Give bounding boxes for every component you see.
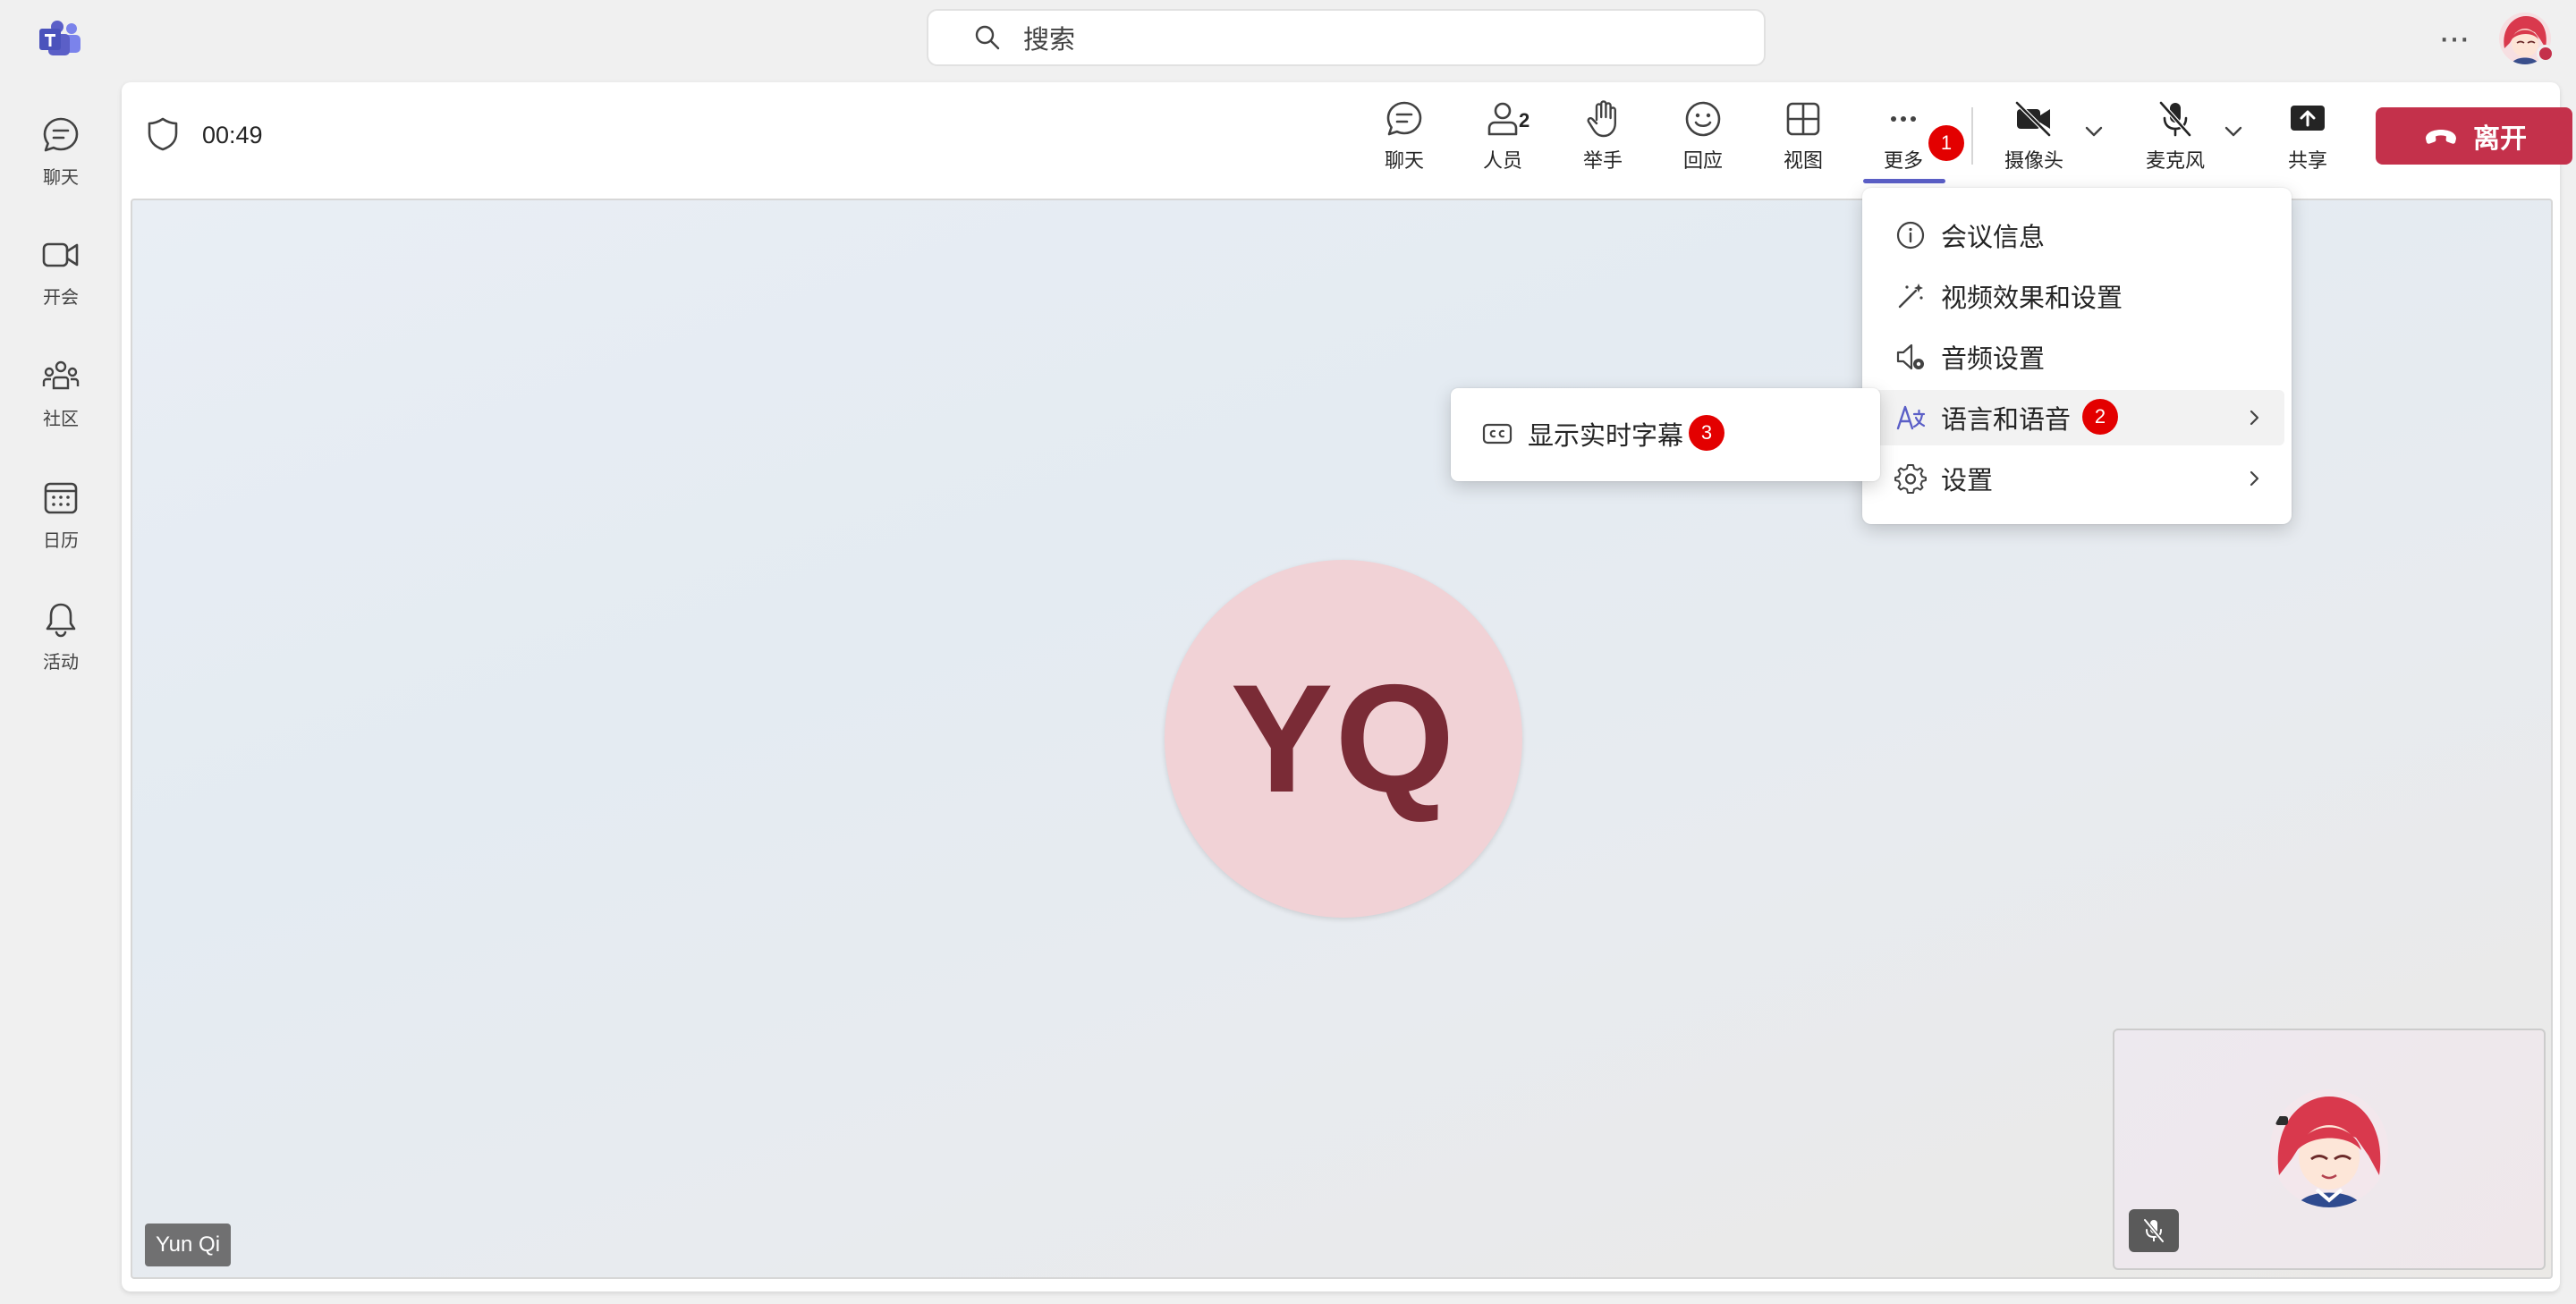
rail-item-label: 社区 <box>43 410 79 429</box>
speaker-settings-icon <box>1896 343 1924 370</box>
participant-avatar: YQ <box>1165 560 1522 918</box>
toolbar-view-button[interactable]: 视图 <box>1767 98 1839 182</box>
toolbar-more-label: 更多 <box>1883 149 1923 172</box>
settings-more-button[interactable]: ··· <box>2431 18 2476 57</box>
more-menu: 会议信息 视频效果和设置 音频设置 语言和语音 设置 <box>1862 188 2292 524</box>
toolbar-camera-label: 摄像头 <box>2004 149 2063 172</box>
menu-item-video-effects[interactable]: 视频效果和设置 <box>1869 268 2284 324</box>
person-icon <box>1487 102 1518 136</box>
community-icon <box>42 360 80 390</box>
closed-captions-icon <box>1482 423 1513 445</box>
self-muted-indicator <box>2129 1209 2179 1252</box>
search-input[interactable]: 搜索 <box>1023 19 1075 56</box>
participant-name-tag: Yun Qi <box>145 1224 232 1266</box>
more-active-indicator <box>1863 179 1945 183</box>
share-screen-icon <box>2291 106 2325 131</box>
search-box[interactable]: 搜索 <box>927 9 1766 66</box>
rail-item-calendar[interactable]: 日历 <box>0 461 122 560</box>
chat-icon <box>1386 101 1422 136</box>
rail-item-chat[interactable]: 聊天 <box>0 98 122 197</box>
chat-icon <box>43 117 79 152</box>
presence-busy-indicator <box>2537 45 2555 63</box>
people-count-badge: 2 <box>1519 109 1530 131</box>
rail-item-label: 日历 <box>43 531 79 551</box>
chevron-right-icon <box>2250 470 2259 487</box>
grid-view-icon <box>1786 102 1820 136</box>
rail-item-community[interactable]: 社区 <box>0 340 122 438</box>
language-icon <box>1896 405 1926 430</box>
rail-item-label: 活动 <box>43 653 79 673</box>
menu-item-live-captions[interactable]: 显示实时字幕 <box>1451 406 1880 461</box>
menu-item-label: 视频效果和设置 <box>1941 284 2123 313</box>
mic-options-chevron-icon[interactable] <box>2220 118 2247 145</box>
leave-button[interactable]: 离开 <box>2376 107 2572 165</box>
rail-item-meet[interactable]: 开会 <box>0 218 122 317</box>
rail-item-activity[interactable]: 活动 <box>0 583 122 682</box>
toolbar-mic-label: 麦克风 <box>2145 149 2205 172</box>
toolbar-react-label: 回应 <box>1682 149 1723 172</box>
menu-item-language-speech[interactable]: 语言和语音 <box>1869 390 2284 445</box>
magic-wand-icon <box>1898 284 1923 309</box>
menu-item-label: 设置 <box>1941 467 1994 495</box>
menu-item-settings[interactable]: 设置 <box>1869 451 2284 506</box>
meeting-toolbar: 00:49 聊天 人员 2 举手 回应 视图 更多 1 摄像头 麦克风 共享 离… <box>122 82 2572 190</box>
menu-item-audio-settings[interactable]: 音频设置 <box>1869 329 2284 385</box>
info-icon <box>1896 221 1925 250</box>
toolbar-react-button[interactable]: 回应 <box>1667 98 1739 182</box>
bell-icon <box>46 603 76 638</box>
shield-icon[interactable] <box>147 116 179 152</box>
calendar-icon <box>44 482 78 514</box>
toolbar-view-label: 视图 <box>1783 149 1823 172</box>
rail-item-label: 聊天 <box>43 168 79 188</box>
toolbar-people-label: 人员 <box>1482 149 1522 172</box>
gear-icon <box>1894 464 1927 494</box>
camera-options-chevron-icon[interactable] <box>2080 118 2107 145</box>
language-submenu: 显示实时字幕 <box>1451 388 1880 481</box>
meeting-timer: 00:49 <box>202 122 263 148</box>
toolbar-share-button[interactable]: 共享 <box>2272 98 2343 182</box>
self-video-tile[interactable] <box>2113 1029 2546 1270</box>
search-icon <box>975 25 1000 50</box>
toolbar-chat-label: 聊天 <box>1384 149 1424 172</box>
toolbar-raise-hand-button[interactable]: 举手 <box>1567 98 1639 182</box>
menu-item-label: 语言和语音 <box>1941 406 2072 435</box>
mic-off-icon <box>2159 101 2191 137</box>
toolbar-chat-button[interactable]: 聊天 <box>1368 98 1440 182</box>
teams-logo-icon[interactable] <box>38 20 82 59</box>
hang-up-icon <box>2426 130 2456 144</box>
step-badge-2: 2 <box>2082 399 2118 435</box>
smiley-icon <box>1685 101 1721 137</box>
leave-label: 离开 <box>2473 124 2527 154</box>
hand-icon <box>1587 100 1616 138</box>
toolbar-share-label: 共享 <box>2287 149 2327 172</box>
camera-off-icon <box>2015 101 2051 137</box>
video-camera-icon <box>42 242 79 267</box>
step-badge-3: 3 <box>1689 415 1724 451</box>
chevron-right-icon <box>2250 410 2259 426</box>
self-avatar <box>2270 1089 2388 1207</box>
rail-item-label: 开会 <box>43 288 79 308</box>
menu-item-meeting-info[interactable]: 会议信息 <box>1869 207 2284 263</box>
more-dots-icon <box>1891 116 1916 122</box>
toolbar-separator <box>1971 107 1973 165</box>
menu-item-label: 会议信息 <box>1941 224 2046 252</box>
toolbar-raise-hand-label: 举手 <box>1582 149 1623 172</box>
menu-item-label: 音频设置 <box>1941 345 2046 374</box>
toolbar-camera-button[interactable]: 摄像头 <box>1996 98 2072 182</box>
toolbar-mic-button[interactable]: 麦克风 <box>2132 98 2218 182</box>
mic-off-icon <box>2143 1218 2165 1243</box>
menu-item-label: 显示实时字幕 <box>1528 422 1684 451</box>
step-badge-1: 1 <box>1928 125 1964 161</box>
